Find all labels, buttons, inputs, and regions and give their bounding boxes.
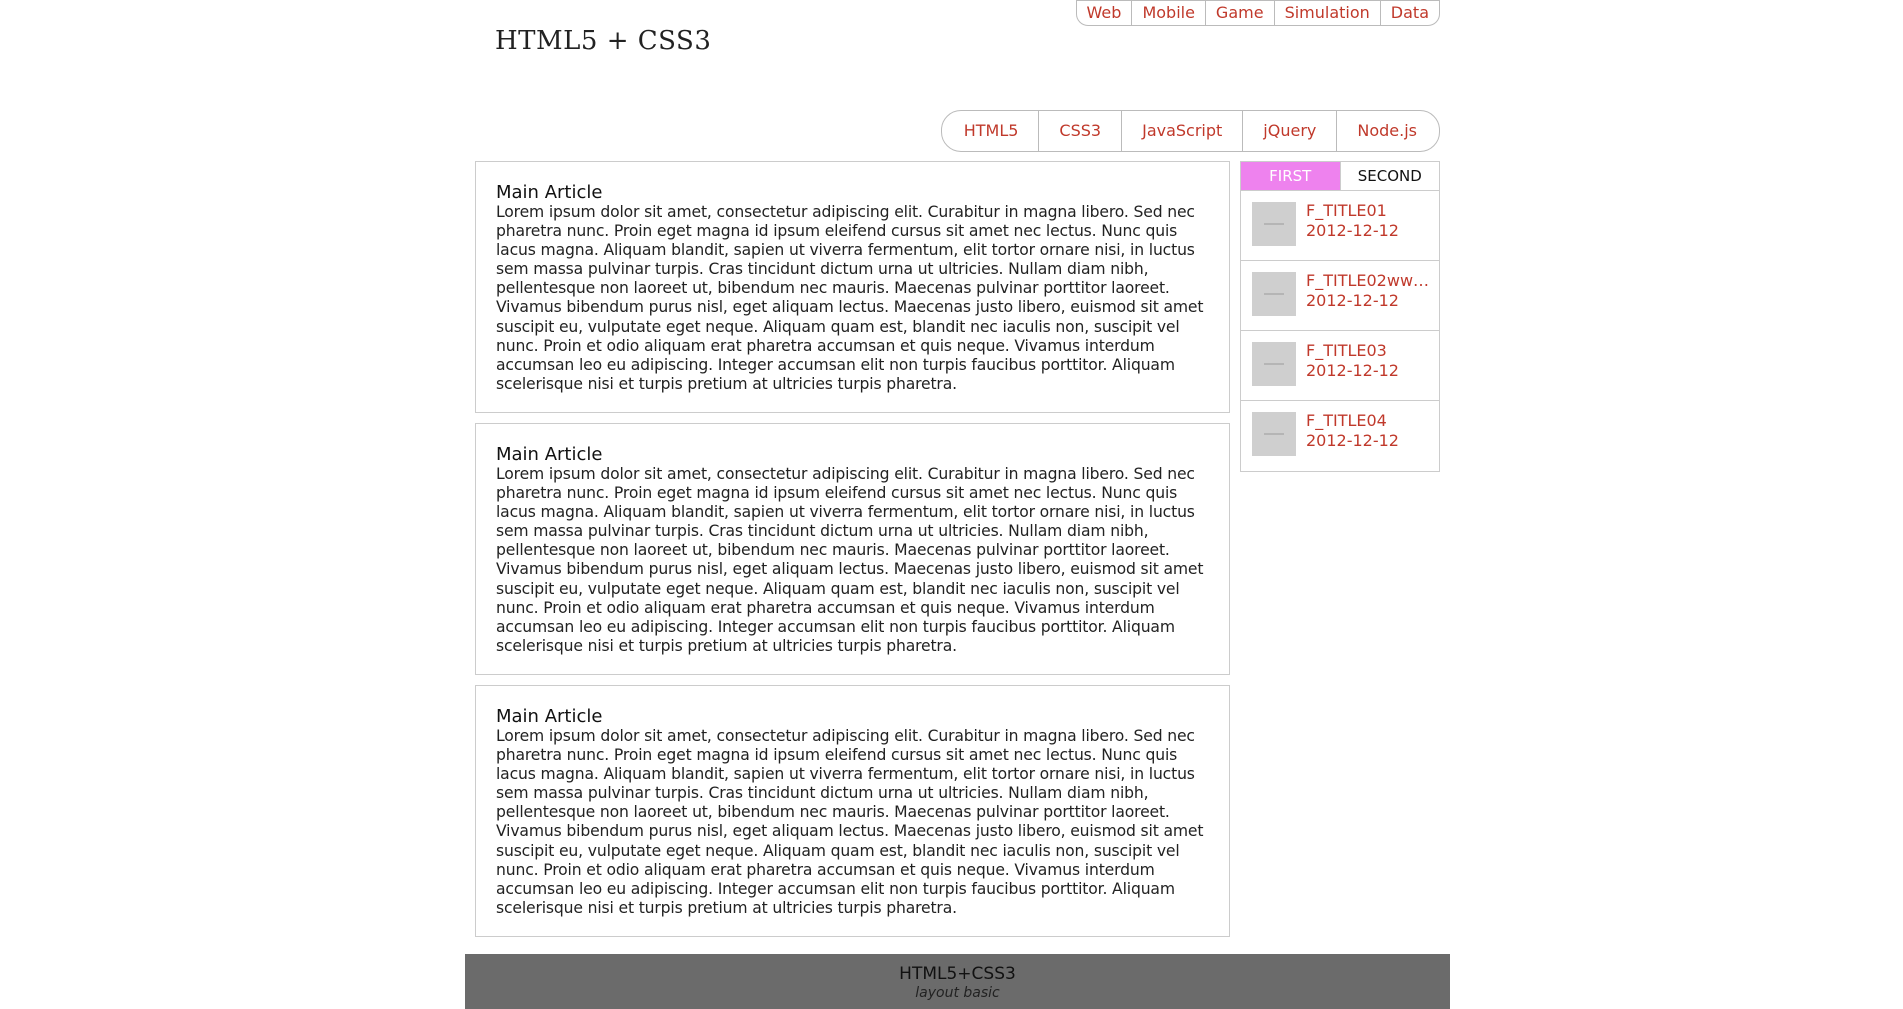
article-heading: Main Article xyxy=(496,706,603,727)
top-nav-game[interactable]: Game xyxy=(1206,1,1275,25)
image-placeholder-icon xyxy=(1264,293,1284,295)
sidebar: FIRST SECOND F_TITLE01 2012-12-12 F_TITL… xyxy=(1240,161,1440,472)
main-nav-jquery[interactable]: jQuery xyxy=(1243,111,1338,151)
article-heading: Main Article xyxy=(496,182,603,203)
thumbnail-image xyxy=(1252,202,1296,246)
list-item-date: 2012-12-12 xyxy=(1306,431,1399,450)
footer-title: HTML5+CSS3 xyxy=(899,964,1016,984)
footer-subtitle: layout basic xyxy=(915,985,1000,1001)
main-nav: HTML5 CSS3 JavaScript jQuery Node.js xyxy=(940,110,1440,152)
main-nav-javascript[interactable]: JavaScript xyxy=(1122,111,1244,151)
top-nav-simulation[interactable]: Simulation xyxy=(1275,1,1381,25)
main-nav-css3[interactable]: CSS3 xyxy=(1039,111,1123,151)
article-body: Lorem ipsum dolor sit amet, consectetur … xyxy=(496,203,1204,393)
list-item[interactable]: F_TITLE01 2012-12-12 xyxy=(1241,191,1439,261)
main-article: Main Article Lorem ipsum dolor sit amet,… xyxy=(475,161,1230,413)
sidebar-list: F_TITLE01 2012-12-12 F_TITLE02www... 201… xyxy=(1241,191,1439,471)
list-item-title[interactable]: F_TITLE01 xyxy=(1306,201,1431,220)
main-article: Main Article Lorem ipsum dolor sit amet,… xyxy=(475,685,1230,937)
thumbnail-image xyxy=(1252,272,1296,316)
main-content: Main Article Lorem ipsum dolor sit amet,… xyxy=(475,161,1230,947)
thumbnail-image xyxy=(1252,342,1296,386)
main-article: Main Article Lorem ipsum dolor sit amet,… xyxy=(475,423,1230,675)
list-item[interactable]: F_TITLE03 2012-12-12 xyxy=(1241,331,1439,401)
main-nav-nodejs[interactable]: Node.js xyxy=(1337,111,1439,151)
list-item-date: 2012-12-12 xyxy=(1306,221,1399,240)
list-item-title[interactable]: F_TITLE02www... xyxy=(1306,271,1431,290)
article-heading: Main Article xyxy=(496,444,603,465)
list-item-date: 2012-12-12 xyxy=(1306,361,1399,380)
list-item-title[interactable]: F_TITLE03 xyxy=(1306,341,1431,360)
top-nav-mobile[interactable]: Mobile xyxy=(1132,1,1206,25)
tab-second[interactable]: SECOND xyxy=(1339,162,1439,190)
top-nav-data[interactable]: Data xyxy=(1381,1,1439,25)
tab-first[interactable]: FIRST xyxy=(1241,162,1340,190)
image-placeholder-icon xyxy=(1264,363,1284,365)
thumbnail-image xyxy=(1252,412,1296,456)
article-body: Lorem ipsum dolor sit amet, consectetur … xyxy=(496,727,1204,917)
list-item[interactable]: F_TITLE02www... 2012-12-12 xyxy=(1241,261,1439,331)
image-placeholder-icon xyxy=(1264,433,1284,435)
footer: HTML5+CSS3 layout basic xyxy=(465,954,1450,1009)
article-body: Lorem ipsum dolor sit amet, consectetur … xyxy=(496,465,1204,655)
list-item-date: 2012-12-12 xyxy=(1306,291,1399,310)
list-item-title[interactable]: F_TITLE04 xyxy=(1306,411,1431,430)
site-title: HTML5 + CSS3 xyxy=(495,26,712,56)
top-nav: Web Mobile Game Simulation Data xyxy=(1075,0,1440,26)
image-placeholder-icon xyxy=(1264,223,1284,225)
top-nav-web[interactable]: Web xyxy=(1077,1,1133,25)
page-wrapper: HTML5 + CSS3 Web Mobile Game Simulation … xyxy=(465,0,1450,1009)
main-nav-html5[interactable]: HTML5 xyxy=(942,111,1040,151)
sidebar-tabs: FIRST SECOND xyxy=(1241,162,1439,191)
list-item[interactable]: F_TITLE04 2012-12-12 xyxy=(1241,401,1439,471)
